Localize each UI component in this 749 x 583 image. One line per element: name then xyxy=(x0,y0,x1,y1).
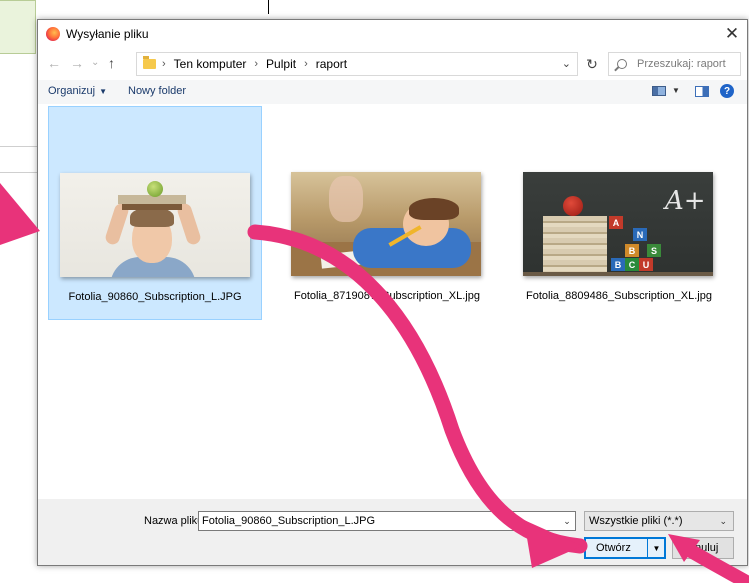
background-divider xyxy=(0,172,37,173)
preview-pane-icon[interactable] xyxy=(695,86,709,97)
letter-block: U xyxy=(639,258,653,271)
file-name: Fotolia_8809486_Subscription_XL.jpg xyxy=(526,290,712,302)
thumbnail-shape xyxy=(543,216,607,274)
letter-block: B xyxy=(625,244,639,257)
file-item[interactable]: A+ A B C U N S B Fotolia_8809486_Subscri… xyxy=(512,106,726,320)
annotation-arrow-head-left xyxy=(0,183,40,245)
thumbnail-shape xyxy=(523,272,713,276)
filetype-chevron-icon: ⌄ xyxy=(719,516,727,526)
background-divider xyxy=(268,0,269,14)
file-upload-dialog: Wysyłanie pliku ✕ ← → ⌄ ↑ › Ten komputer… xyxy=(37,19,748,566)
background-divider xyxy=(0,146,37,147)
file-list-area: Fotolia_90860_Subscription_L.JPG Fotolia… xyxy=(38,104,747,499)
filename-label: Nazwa pliku: xyxy=(144,515,207,527)
up-arrow-icon[interactable]: ↑ xyxy=(108,55,115,71)
breadcrumb-separator: › xyxy=(254,58,259,70)
back-arrow-icon[interactable]: ← xyxy=(47,55,61,71)
organize-menu-button[interactable]: Organizuj ▼ xyxy=(48,85,107,97)
thumbnail-shape xyxy=(147,181,163,197)
breadcrumb-this-pc[interactable]: Ten komputer xyxy=(174,57,247,71)
breadcrumb-separator: › xyxy=(162,58,166,70)
new-folder-button[interactable]: Nowy folder xyxy=(128,85,186,97)
breadcrumb-desktop[interactable]: Pulpit xyxy=(266,57,296,71)
search-box[interactable] xyxy=(608,52,741,76)
dialog-footer: Nazwa pliku: Fotolia_90860_Subscription_… xyxy=(38,499,747,565)
filetype-value: Wszystkie pliki (*.*) xyxy=(589,515,683,527)
search-icon xyxy=(617,59,627,69)
letter-block: S xyxy=(647,244,661,257)
open-options-caret-icon[interactable]: ▼ xyxy=(647,538,665,558)
forward-arrow-icon[interactable]: → xyxy=(70,55,84,71)
firefox-icon xyxy=(46,27,60,41)
breadcrumb-separator: › xyxy=(304,58,308,70)
letter-block: B xyxy=(611,258,625,271)
address-dropdown-chevron-icon[interactable]: ⌄ xyxy=(562,57,571,70)
thumbnail-shape xyxy=(130,207,174,227)
file-thumbnail-image xyxy=(60,173,250,277)
thumbnail-text: A+ xyxy=(665,186,706,216)
thumbnail-shape xyxy=(329,176,363,222)
file-name: Fotolia_8719087_Subscription_XL.jpg xyxy=(294,290,480,302)
change-view-icon[interactable] xyxy=(652,86,666,96)
thumbnail-shape xyxy=(409,198,459,220)
address-bar[interactable]: › Ten komputer › Pulpit › raport ⌄ xyxy=(136,52,578,76)
filename-field[interactable]: Fotolia_90860_Subscription_L.JPG xyxy=(198,511,576,531)
open-button[interactable]: Otwórz ▼ xyxy=(584,537,666,559)
navigation-row: ← → ⌄ ↑ › Ten komputer › Pulpit › raport… xyxy=(38,48,747,80)
letter-block: N xyxy=(633,228,647,241)
letter-block: A xyxy=(609,216,623,229)
letter-block: C xyxy=(625,258,639,271)
caret-down-icon: ▼ xyxy=(99,87,107,96)
file-thumbnail-image xyxy=(291,172,481,276)
screenshot-stage: Wysyłanie pliku ✕ ← → ⌄ ↑ › Ten komputer… xyxy=(0,0,749,583)
breadcrumb-raport[interactable]: raport xyxy=(316,57,347,71)
close-button[interactable]: ✕ xyxy=(717,20,747,48)
filetype-select[interactable]: Wszystkie pliki (*.*) ⌄ xyxy=(584,511,734,531)
open-button-label: Otwórz xyxy=(596,542,631,554)
file-item[interactable]: Fotolia_8719087_Subscription_XL.jpg xyxy=(280,106,494,320)
refresh-icon[interactable]: ↻ xyxy=(578,52,606,76)
filename-history-chevron-icon[interactable]: ⌄ xyxy=(558,511,576,531)
file-thumbnail-image: A+ A B C U N S B xyxy=(523,172,713,276)
dialog-toolbar: Organizuj ▼ Nowy folder ▼ ? xyxy=(38,80,747,104)
recent-locations-chevron-icon[interactable]: ⌄ xyxy=(91,57,99,68)
thumbnail-shape xyxy=(122,203,182,210)
thumbnail-shape xyxy=(563,196,583,216)
organize-label: Organizuj xyxy=(48,85,96,97)
file-name: Fotolia_90860_Subscription_L.JPG xyxy=(68,291,242,303)
dialog-titlebar: Wysyłanie pliku ✕ xyxy=(38,20,747,48)
view-options-caret-icon[interactable]: ▼ xyxy=(672,86,680,95)
help-icon[interactable]: ? xyxy=(720,84,734,98)
cancel-button[interactable]: Anuluj xyxy=(672,537,734,559)
search-input[interactable] xyxy=(637,58,737,70)
file-item[interactable]: Fotolia_90860_Subscription_L.JPG xyxy=(48,106,262,320)
background-app-panel xyxy=(0,0,36,54)
folder-icon xyxy=(143,56,156,69)
dialog-title: Wysyłanie pliku xyxy=(66,27,149,41)
